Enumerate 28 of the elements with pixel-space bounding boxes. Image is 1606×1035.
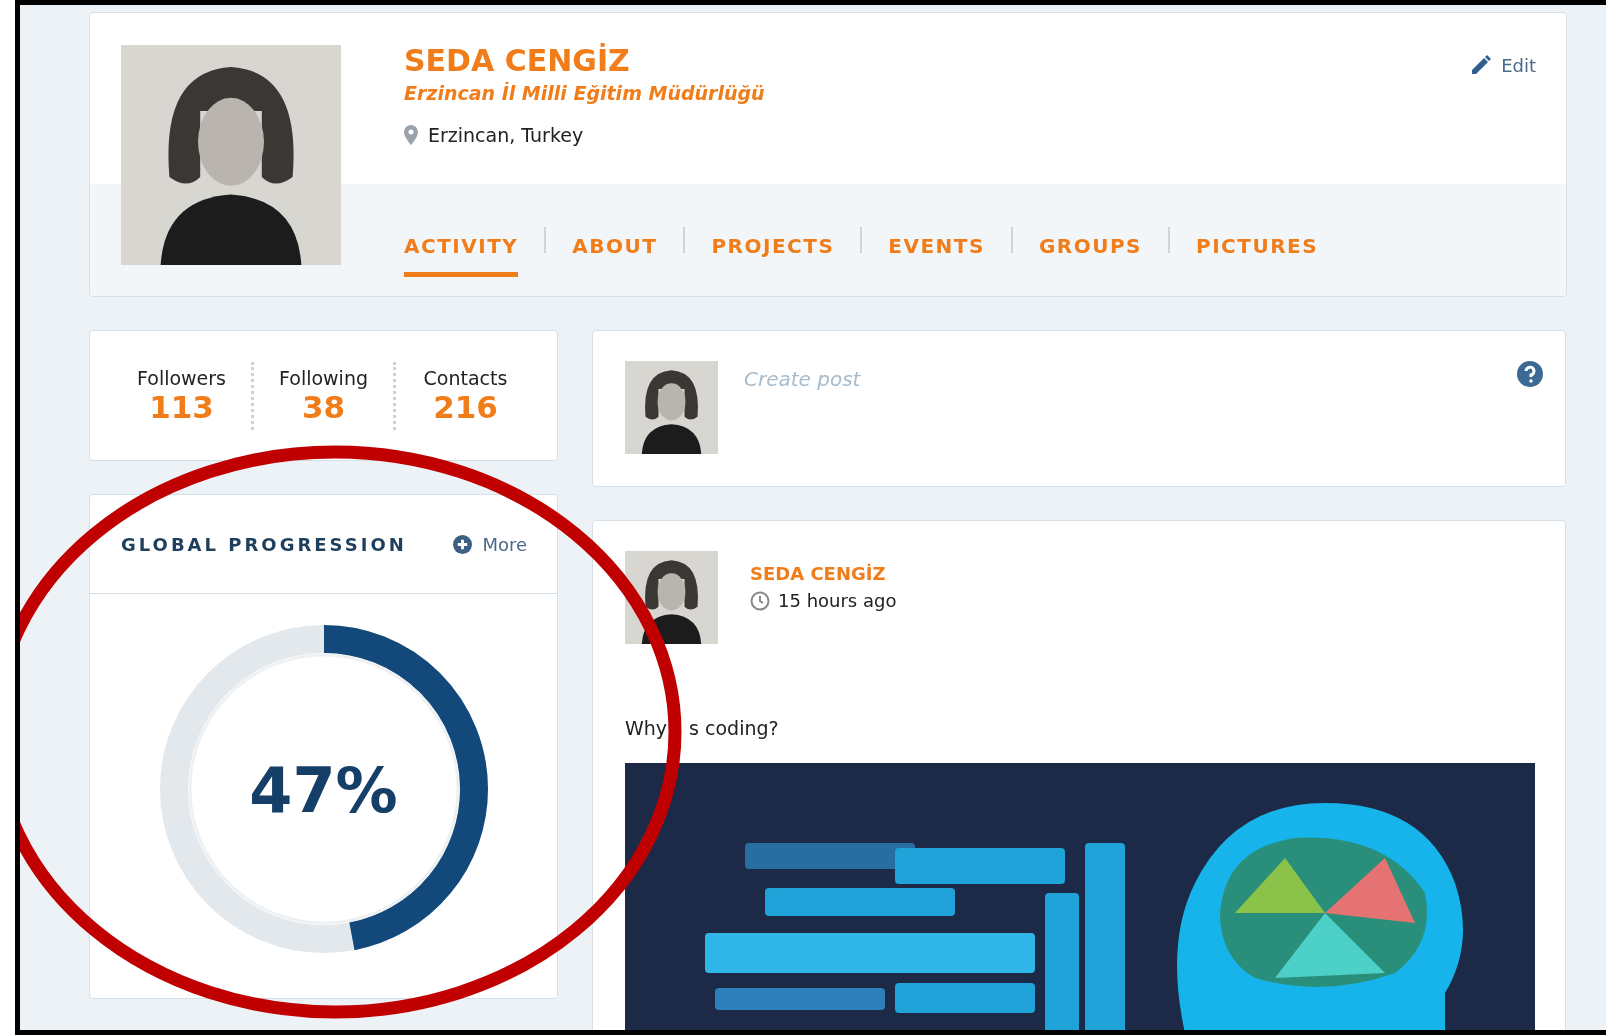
plus-circle-icon	[453, 534, 473, 554]
profile-tab[interactable]: PICTURES	[1196, 222, 1319, 277]
post-text: s coding?	[689, 717, 779, 739]
post-time: 15 hours ago	[778, 590, 897, 611]
location-pin-icon	[404, 125, 418, 145]
stat-value: 38	[301, 388, 346, 425]
stat-label: Following	[279, 366, 368, 389]
help-icon[interactable]	[1517, 361, 1543, 387]
profile-name: SEDA CENGİZ	[404, 43, 631, 78]
profile-location: Erzincan, Turkey	[428, 124, 584, 146]
edit-link[interactable]: Edit	[1469, 53, 1536, 77]
progress-reading: 47%	[249, 753, 398, 827]
profile-tab[interactable]: ACTIVITY	[404, 222, 519, 277]
stat-label: Contacts	[423, 366, 508, 389]
profile-tab[interactable]: ABOUT	[572, 222, 658, 277]
stat-value: 216	[433, 388, 498, 425]
profile-organization: Erzincan İl Milli Eğitim Müdürlüğü	[404, 82, 765, 104]
profile-tab[interactable]: GROUPS	[1038, 222, 1142, 277]
clock-icon	[750, 590, 770, 611]
pencil-icon	[1469, 53, 1494, 77]
progression-title: GLOBAL PROGRESSION	[121, 533, 407, 555]
more-link[interactable]: More	[453, 533, 527, 555]
stat-value: 113	[149, 388, 214, 425]
post-text: Why	[625, 717, 668, 739]
profile-tab[interactable]: EVENTS	[888, 222, 985, 277]
post-author: SEDA CENGİZ	[750, 563, 887, 584]
stat-label: Followers	[137, 366, 226, 389]
profile-tab[interactable]: PROJECTS	[711, 222, 835, 277]
